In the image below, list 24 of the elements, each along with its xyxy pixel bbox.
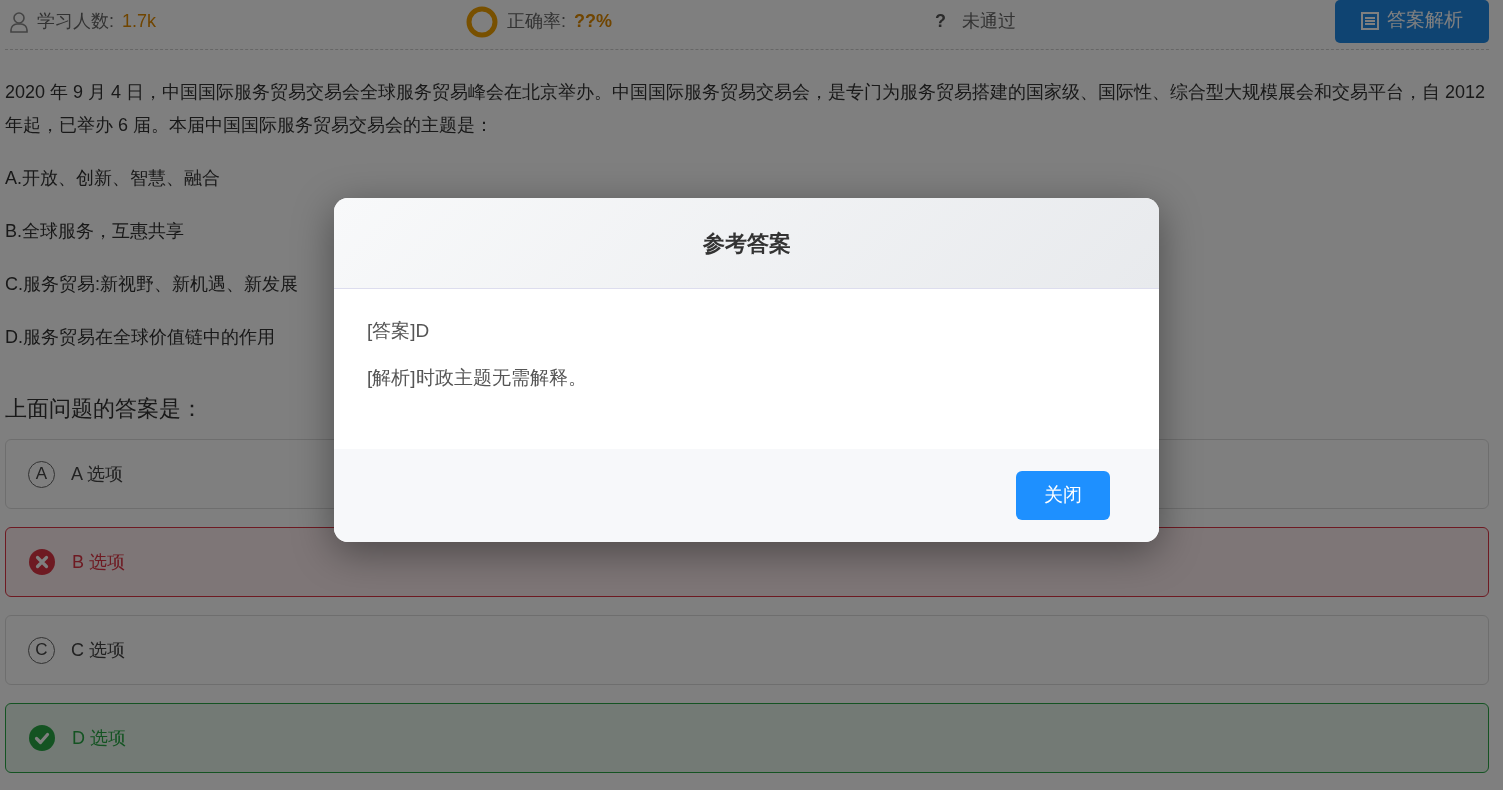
analysis-button[interactable]: 答案解析 [1335,0,1489,43]
choice-text: A.开放、创新、智慧、融合 [5,167,220,190]
learners-count: 1.7k [122,10,157,33]
answer-prompt: 上面问题的答案是： [5,395,204,423]
list-icon [1361,11,1379,30]
check-icon [28,724,56,752]
question-text: 2020 年 9 月 4 日，中国国际服务贸易交易会全球服务贸易峰会在北京举办。中国国际服务贸易交易会，是专门为服务贸易搭建的国家级、国际性、综合型大规模展会和交易平台，自 2012 年起，已举办 6 届。本届中国国际服务贸易交易会的主题是： [5,81,1487,137]
user-icon [9,10,29,33]
dialog-text: [解析]时政主题无需解释。 [367,365,588,390]
dialog-title: 参考答案 [702,229,791,258]
status-text: 未通过 [962,10,1016,33]
accuracy-value: ??% [574,10,612,33]
dialog-text: [答案]D [367,319,431,343]
learners-label: 学习人数: [37,10,114,33]
cross-icon [28,548,56,576]
answer-option[interactable]: C C 选项 [5,615,1489,685]
choice-text: D.服务贸易在全球价值链中的作用 [5,326,275,349]
accuracy-label: 正确率: [507,10,566,33]
choice-text: B.全球服务，互惠共享 [5,220,184,243]
choice-text: C.服务贸易:新视野、新机遇、新发展 [5,273,298,296]
ring-icon [465,4,499,39]
answer-option[interactable]: D 选项 [5,703,1489,773]
close-button[interactable]: 关闭 [1016,471,1110,520]
question-mark-icon: ? [935,8,946,35]
